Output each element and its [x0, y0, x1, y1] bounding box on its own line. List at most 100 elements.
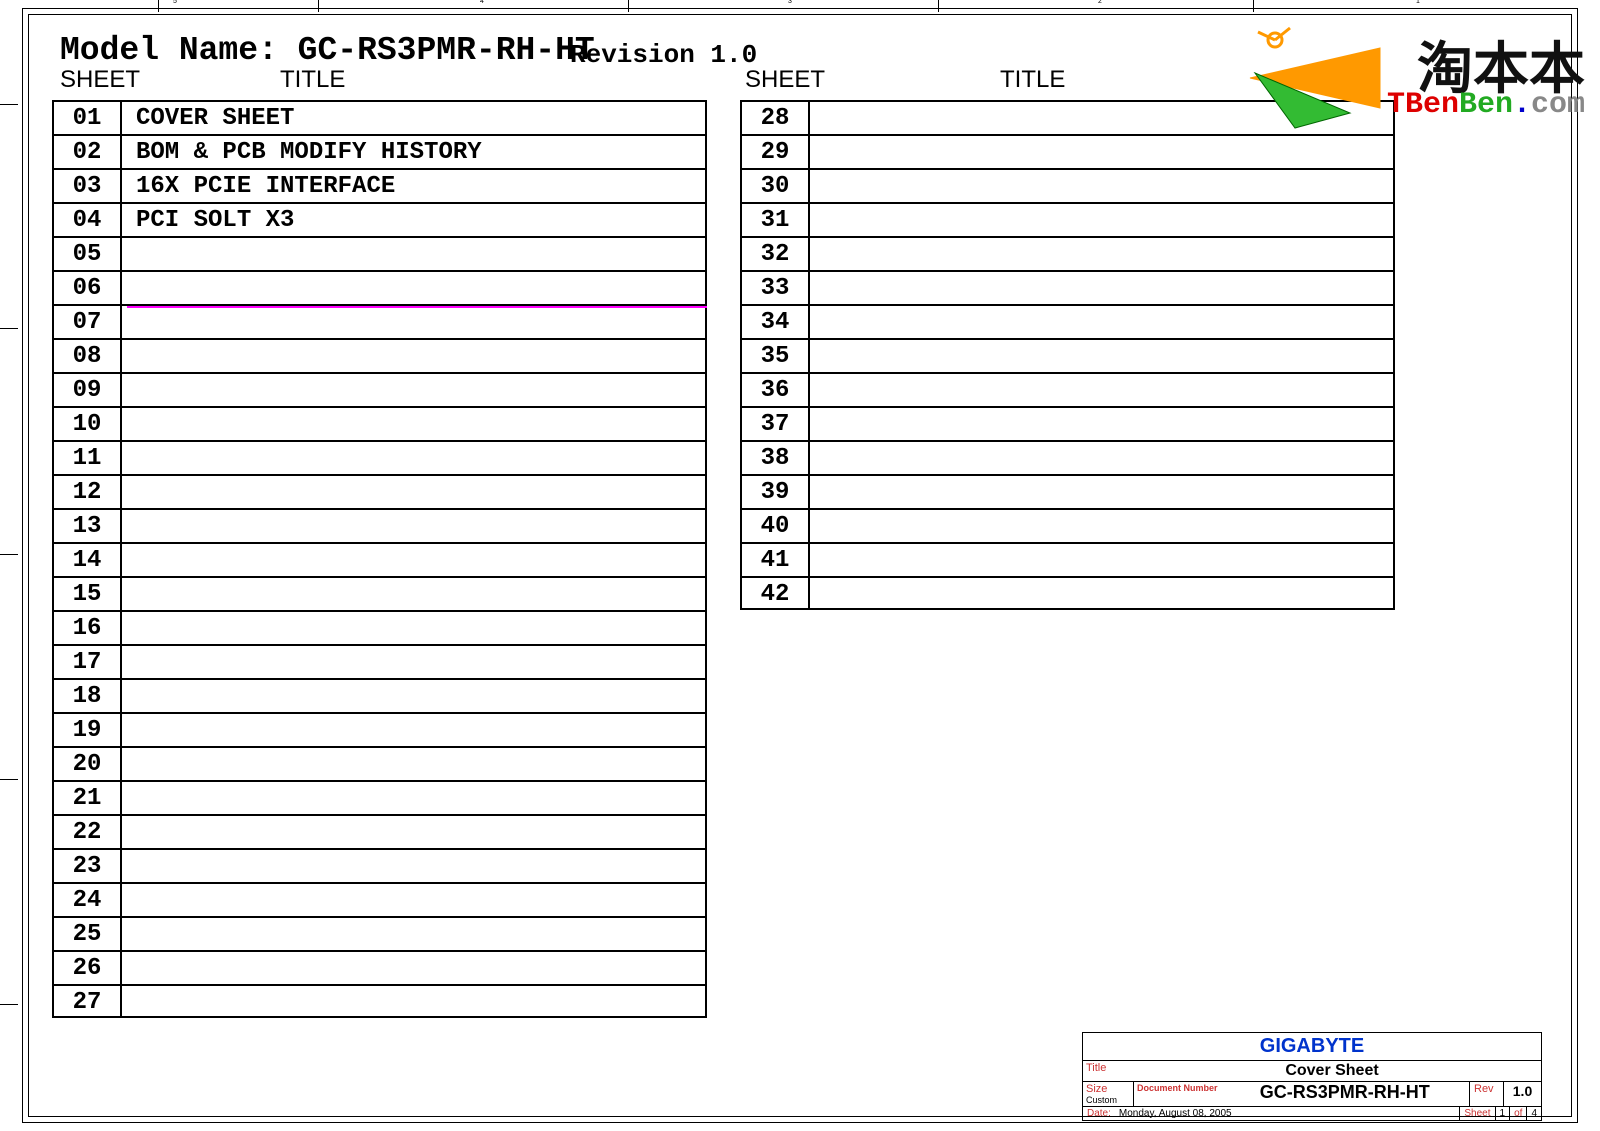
col1-title-header: TITLE — [280, 66, 345, 94]
toc-sheet-num: 03 — [52, 170, 122, 202]
toc-sheet-num: 31 — [740, 204, 810, 236]
toc-row: 09 — [52, 372, 707, 406]
toc-sheet-title: PCI SOLT X3 — [122, 204, 707, 236]
toc-sheet-title — [810, 408, 1395, 440]
toc-sheet-title — [122, 476, 707, 508]
toc-row: 02BOM & PCB MODIFY HISTORY — [52, 134, 707, 168]
tb-brand: GIGABYTE — [1082, 1032, 1542, 1060]
toc-sheet-num: 40 — [740, 510, 810, 542]
toc-row: 21 — [52, 780, 707, 814]
toc-row: 30 — [740, 168, 1395, 202]
toc-sheet-title — [810, 306, 1395, 338]
toc-row: 24 — [52, 882, 707, 916]
title-block: GIGABYTE Title Cover Sheet Size Custom D… — [1082, 1032, 1542, 1121]
toc-row: 42 — [740, 576, 1395, 610]
toc-sheet-num: 23 — [52, 850, 122, 882]
toc-row: 05 — [52, 236, 707, 270]
toc-sheet-num: 39 — [740, 476, 810, 508]
toc-row: 0316X PCIE INTERFACE — [52, 168, 707, 202]
toc-sheet-num: 28 — [740, 102, 810, 134]
toc-sheet-title — [810, 170, 1395, 202]
toc-sheet-title — [810, 374, 1395, 406]
toc-row: 39 — [740, 474, 1395, 508]
toc-sheet-title — [122, 442, 707, 474]
toc-row: 33 — [740, 270, 1395, 304]
toc-row: 12 — [52, 474, 707, 508]
toc-sheet-num: 27 — [52, 986, 122, 1016]
toc-sheet-num: 17 — [52, 646, 122, 678]
toc-sheet-num: 09 — [52, 374, 122, 406]
toc-sheet-title — [122, 646, 707, 678]
toc-sheet-num: 22 — [52, 816, 122, 848]
toc-sheet-num: 07 — [52, 306, 122, 338]
toc-row: 29 — [740, 134, 1395, 168]
toc-sheet-title — [122, 340, 707, 372]
toc-sheet-title — [810, 238, 1395, 270]
toc-sheet-num: 24 — [52, 884, 122, 916]
toc-row: 20 — [52, 746, 707, 780]
toc-sheet-title — [122, 510, 707, 542]
toc-sheet-title — [122, 986, 707, 1016]
magenta-divider — [127, 306, 707, 308]
toc-row: 26 — [52, 950, 707, 984]
toc-sheet-title — [810, 204, 1395, 236]
toc-row: 36 — [740, 372, 1395, 406]
toc-sheet-num: 11 — [52, 442, 122, 474]
toc-sheet-title — [810, 442, 1395, 474]
toc-sheet-num: 04 — [52, 204, 122, 236]
ruler-top: 5 4 3 2 1 — [28, 0, 1572, 14]
toc-sheet-num: 42 — [740, 578, 810, 608]
toc-sheet-title — [122, 918, 707, 950]
toc-sheet-num: 14 — [52, 544, 122, 576]
toc-sheet-num: 30 — [740, 170, 810, 202]
toc-row: 31 — [740, 202, 1395, 236]
toc-sheet-title — [122, 306, 707, 338]
col2-title-header: TITLE — [1000, 66, 1065, 94]
toc-sheet-title — [122, 782, 707, 814]
toc-sheet-num: 02 — [52, 136, 122, 168]
col1-sheet-header: SHEET — [60, 66, 140, 94]
toc-row: 14 — [52, 542, 707, 576]
toc-row: 25 — [52, 916, 707, 950]
toc-sheet-title — [810, 136, 1395, 168]
toc-sheet-num: 25 — [52, 918, 122, 950]
toc-sheet-num: 37 — [740, 408, 810, 440]
tb-date-row: Date: Monday, August 08, 2005 Sheet 1 of… — [1082, 1106, 1542, 1121]
toc-sheet-title: 16X PCIE INTERFACE — [122, 170, 707, 202]
toc-sheet-title — [810, 510, 1395, 542]
toc-sheet-num: 16 — [52, 612, 122, 644]
toc-sheet-num: 12 — [52, 476, 122, 508]
toc-row: 34 — [740, 304, 1395, 338]
toc-sheet-title — [810, 272, 1395, 304]
toc-row: 22 — [52, 814, 707, 848]
toc-row: 41 — [740, 542, 1395, 576]
toc-sheet-num: 36 — [740, 374, 810, 406]
toc-row: 01COVER SHEET — [52, 100, 707, 134]
toc-sheet-title — [122, 714, 707, 746]
toc-sheet-title — [122, 238, 707, 270]
toc-sheet-title — [810, 578, 1395, 608]
toc-row: 40 — [740, 508, 1395, 542]
toc-sheet-num: 13 — [52, 510, 122, 542]
toc-column-1: 01COVER SHEET02BOM & PCB MODIFY HISTORY0… — [52, 100, 707, 1018]
toc-row: 37 — [740, 406, 1395, 440]
toc-row: 17 — [52, 644, 707, 678]
toc-row: 16 — [52, 610, 707, 644]
toc-row: 19 — [52, 712, 707, 746]
toc-sheet-title — [810, 340, 1395, 372]
toc-sheet-num: 20 — [52, 748, 122, 780]
toc-sheet-num: 15 — [52, 578, 122, 610]
toc-row: 28 — [740, 100, 1395, 134]
toc-sheet-title: BOM & PCB MODIFY HISTORY — [122, 136, 707, 168]
toc-row: 13 — [52, 508, 707, 542]
toc-row: 11 — [52, 440, 707, 474]
toc-sheet-num: 34 — [740, 306, 810, 338]
toc-sheet-num: 10 — [52, 408, 122, 440]
toc-sheet-num: 35 — [740, 340, 810, 372]
toc-sheet-title — [122, 816, 707, 848]
toc-sheet-num: 33 — [740, 272, 810, 304]
toc-row: 35 — [740, 338, 1395, 372]
toc-sheet-title — [122, 408, 707, 440]
toc-sheet-title — [122, 544, 707, 576]
toc-sheet-title — [810, 102, 1395, 134]
